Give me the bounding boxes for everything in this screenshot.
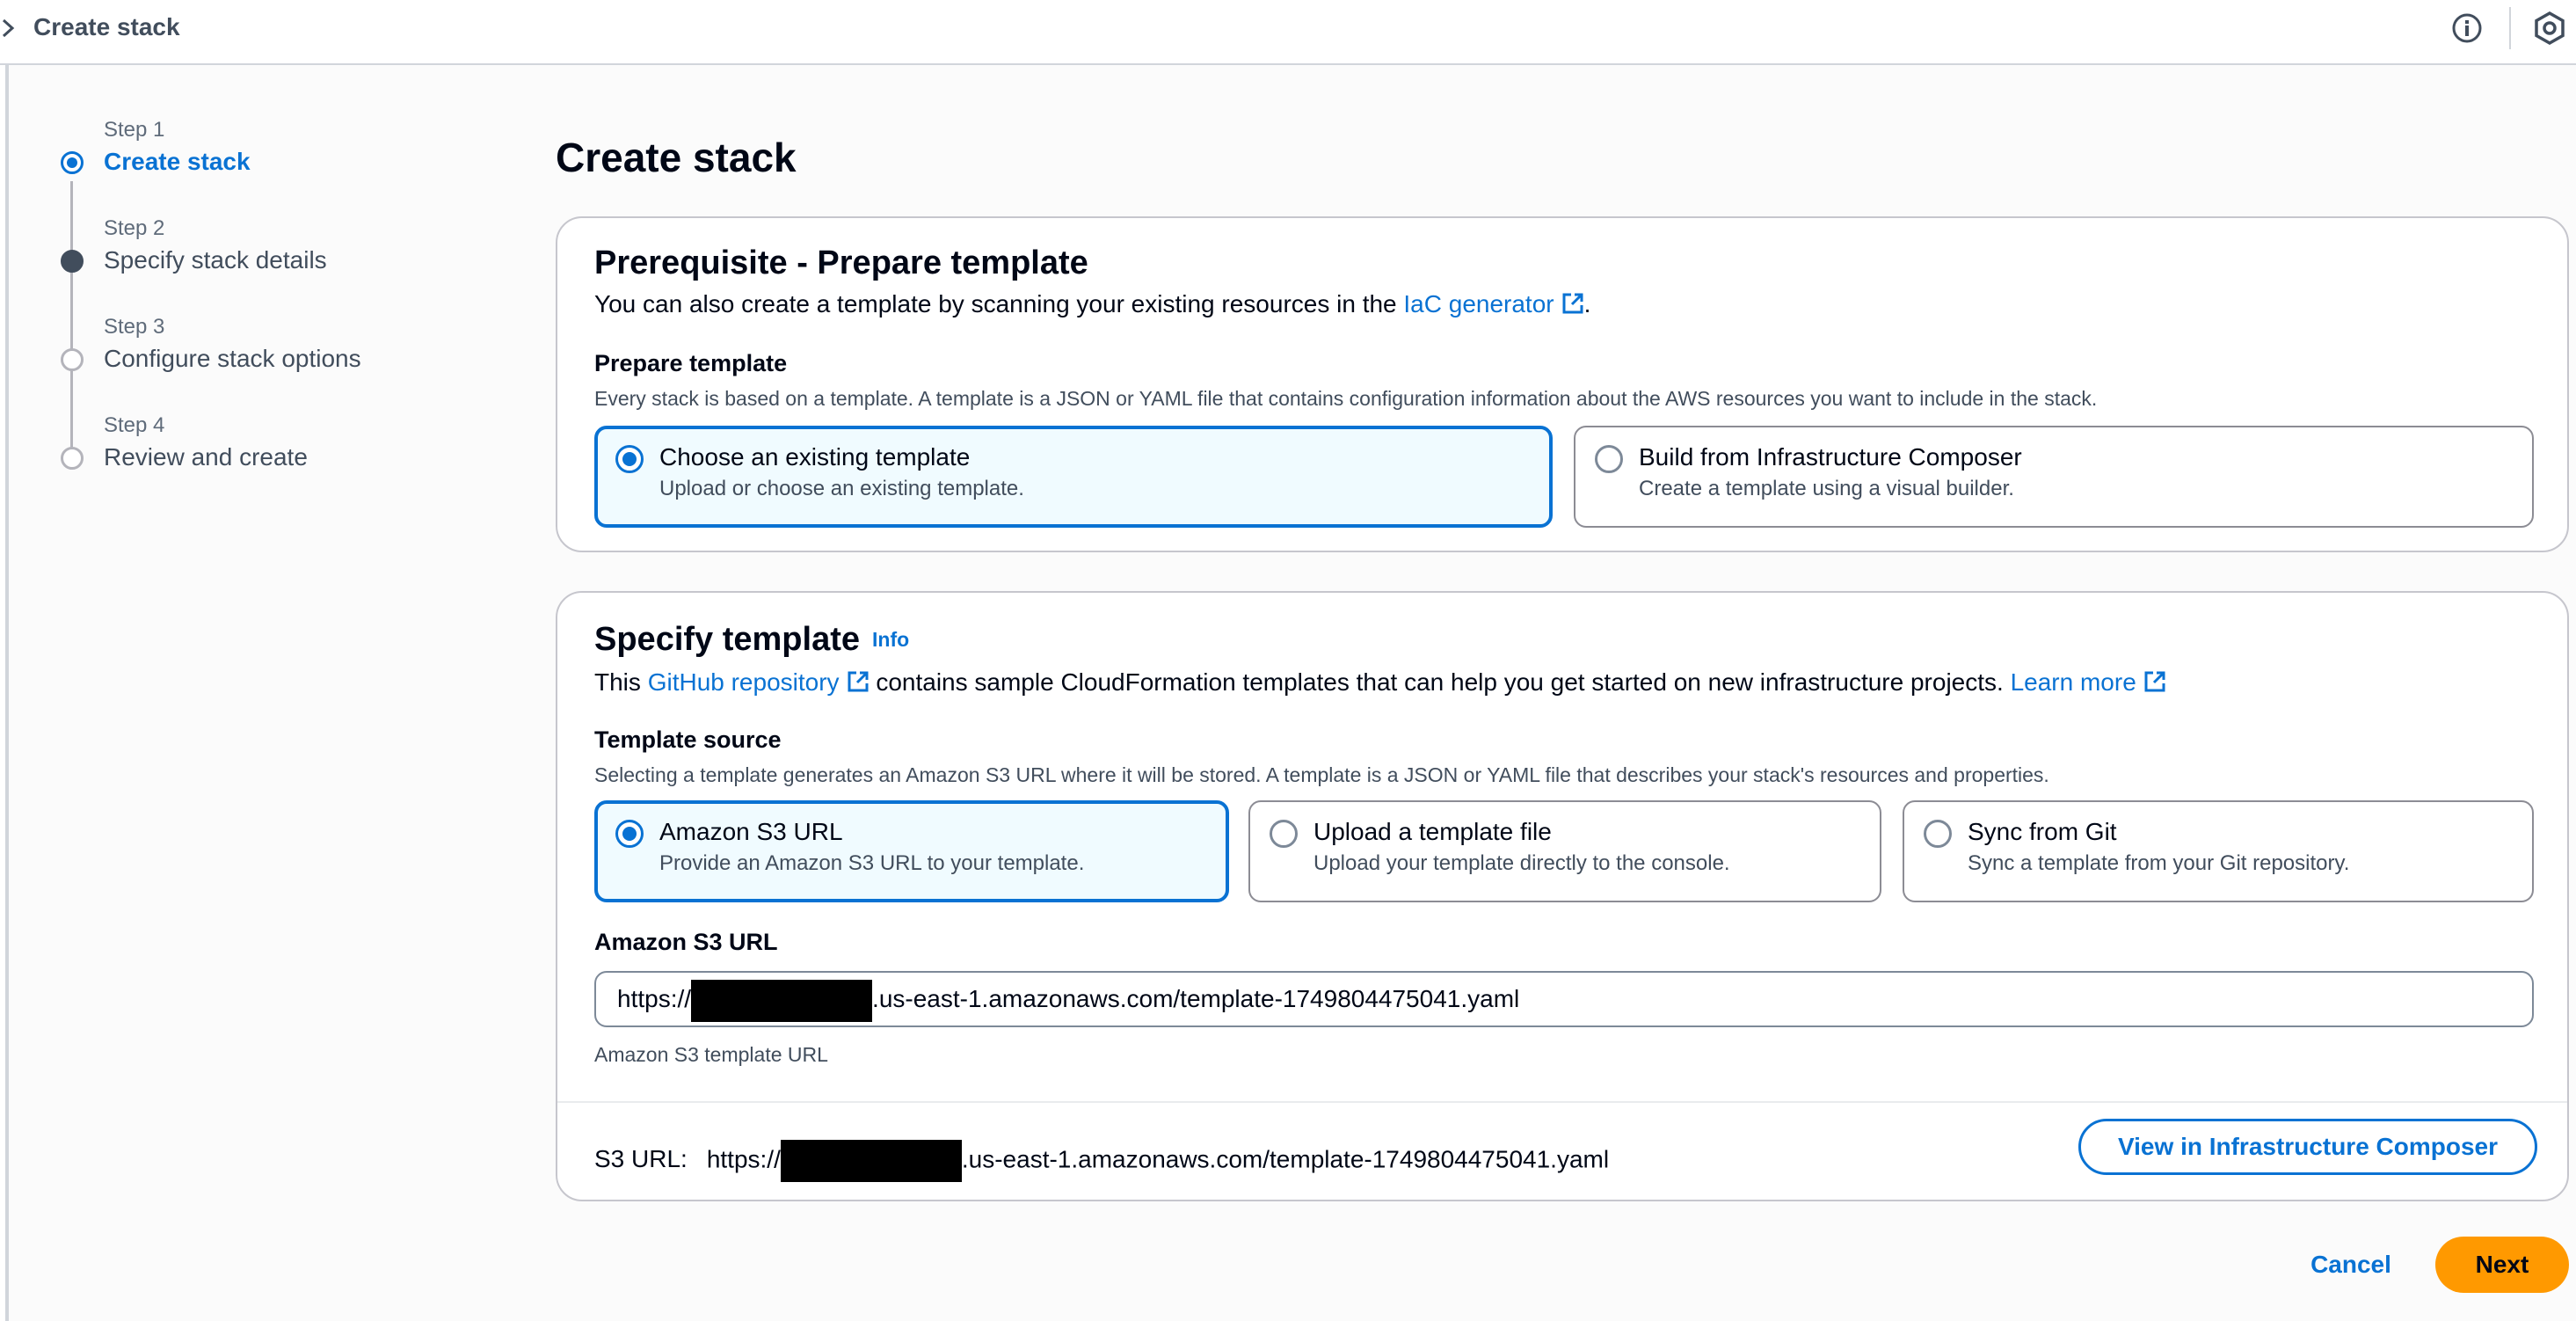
link-text: GitHub repository — [647, 668, 840, 696]
info-icon[interactable] — [2451, 12, 2483, 44]
template-source-label: Template source — [594, 726, 782, 753]
breadcrumb: Create stack — [33, 13, 180, 40]
prerequisite-description: You can also create a template by scanni… — [594, 290, 1590, 318]
prepare-template-label: Prepare template — [594, 350, 788, 376]
cancel-button[interactable]: Cancel — [2298, 1237, 2404, 1293]
url-prefix: https:// — [617, 985, 692, 1012]
radio-icon[interactable] — [1270, 820, 1298, 848]
step-indicator — [61, 348, 84, 371]
option-title: Upload a template file — [1313, 818, 1552, 845]
url-suffix: .us-east-1.amazonaws.com/template-174980… — [961, 1145, 1610, 1173]
option-description: Provide an Amazon S3 URL to your templat… — [659, 851, 1085, 875]
link-text: Learn more — [2010, 668, 2136, 696]
template-source-hint: Selecting a template generates an Amazon… — [594, 763, 2049, 786]
specify-template-panel: Specify template Info This GitHub reposit… — [556, 591, 2569, 1201]
option-title: Sync from Git — [1968, 818, 2117, 845]
step-number: Step 3 — [104, 315, 165, 339]
option-upload-template-file[interactable]: Upload a template file Upload your templ… — [1248, 800, 1881, 902]
view-in-infrastructure-composer-button[interactable]: View in Infrastructure Composer — [2078, 1119, 2537, 1175]
radio-icon[interactable] — [1595, 445, 1623, 473]
radio-icon[interactable] — [1924, 820, 1952, 848]
option-description: Create a template using a visual builder… — [1639, 477, 2014, 500]
chevron-right-icon[interactable] — [0, 16, 18, 40]
topbar-divider — [2509, 7, 2511, 49]
redacted-bucket — [780, 1140, 962, 1182]
top-bar: Create stack — [0, 0, 2576, 65]
option-description: Sync a template from your Git repository… — [1968, 851, 2350, 875]
specify-template-heading: Specify template Info — [594, 621, 909, 659]
step-indicator — [61, 447, 84, 470]
description-text: contains sample CloudFormation templates… — [869, 668, 2011, 696]
option-existing-template[interactable]: Choose an existing template Upload or ch… — [594, 426, 1553, 528]
step-current-indicator — [61, 151, 84, 174]
s3-url-key: S3 URL: — [594, 1145, 688, 1173]
amazon-s3-url-label: Amazon S3 URL — [594, 929, 778, 955]
description-text: You can also create a template by scanni… — [594, 290, 1404, 317]
learn-more-link[interactable]: Learn more — [2011, 668, 2166, 696]
s3-url-summary: S3 URL: https:// .us-east-1.amazonaws.com/… — [594, 1140, 1609, 1182]
description-text: This — [594, 668, 648, 696]
specify-template-description: This GitHub repository contains sample C… — [594, 668, 2166, 697]
heading-text: Specify template — [594, 621, 860, 658]
iac-generator-link[interactable]: IaC generator — [1403, 290, 1583, 317]
external-link-icon — [1562, 293, 1583, 314]
step-title[interactable]: Create stack — [104, 148, 251, 176]
external-link-icon — [2144, 671, 2165, 692]
option-title: Build from Infrastructure Composer — [1639, 443, 2022, 471]
radio-selected-icon[interactable] — [615, 820, 644, 848]
info-link[interactable]: Info — [872, 628, 909, 651]
step-title[interactable]: Specify stack details — [104, 246, 327, 274]
step-number: Step 1 — [104, 118, 165, 142]
url-prefix: https:// — [706, 1145, 781, 1173]
option-title: Amazon S3 URL — [659, 818, 843, 845]
next-button[interactable]: Next — [2435, 1237, 2569, 1293]
option-amazon-s3-url[interactable]: Amazon S3 URL Provide an Amazon S3 URL t… — [594, 800, 1229, 902]
step-indicator — [61, 250, 84, 273]
step-title: Review and create — [104, 443, 308, 471]
url-suffix: .us-east-1.amazonaws.com/template-174980… — [872, 985, 1520, 1012]
panel-divider — [557, 1101, 2567, 1103]
wizard-steps: Step 1 Create stack Step 2 Specify stack… — [9, 65, 501, 505]
radio-selected-icon[interactable] — [615, 445, 644, 473]
option-description: Upload or choose an existing template. — [659, 477, 1024, 500]
prepare-template-hint: Every stack is based on a template. A te… — [594, 387, 2098, 410]
external-link-icon — [848, 671, 869, 692]
option-title: Choose an existing template — [659, 443, 971, 471]
settings-icon[interactable] — [2532, 11, 2567, 46]
amazon-s3-url-input[interactable]: https:// .us-east-1.amazonaws.com/templat… — [594, 971, 2534, 1027]
prerequisite-heading: Prerequisite - Prepare template — [594, 244, 1088, 281]
option-infrastructure-composer[interactable]: Build from Infrastructure Composer Creat… — [1574, 426, 2534, 528]
main-content: Step 1 Create stack Step 2 Specify stack… — [5, 65, 2576, 1321]
prerequisite-panel: Prerequisite - Prepare template You can … — [556, 216, 2569, 552]
step-number: Step 2 — [104, 216, 165, 240]
page-title: Create stack — [556, 135, 797, 180]
step-title: Configure stack options — [104, 345, 361, 372]
step-number: Step 4 — [104, 413, 165, 437]
option-description: Upload your template directly to the con… — [1313, 851, 1730, 875]
option-sync-from-git[interactable]: Sync from Git Sync a template from your … — [1903, 800, 2534, 902]
link-text: IaC generator — [1403, 290, 1554, 317]
description-text: . — [1583, 290, 1591, 317]
github-repository-link[interactable]: GitHub repository — [648, 668, 870, 696]
amazon-s3-url-constraint: Amazon S3 template URL — [594, 1043, 828, 1066]
redacted-bucket — [691, 979, 873, 1022]
